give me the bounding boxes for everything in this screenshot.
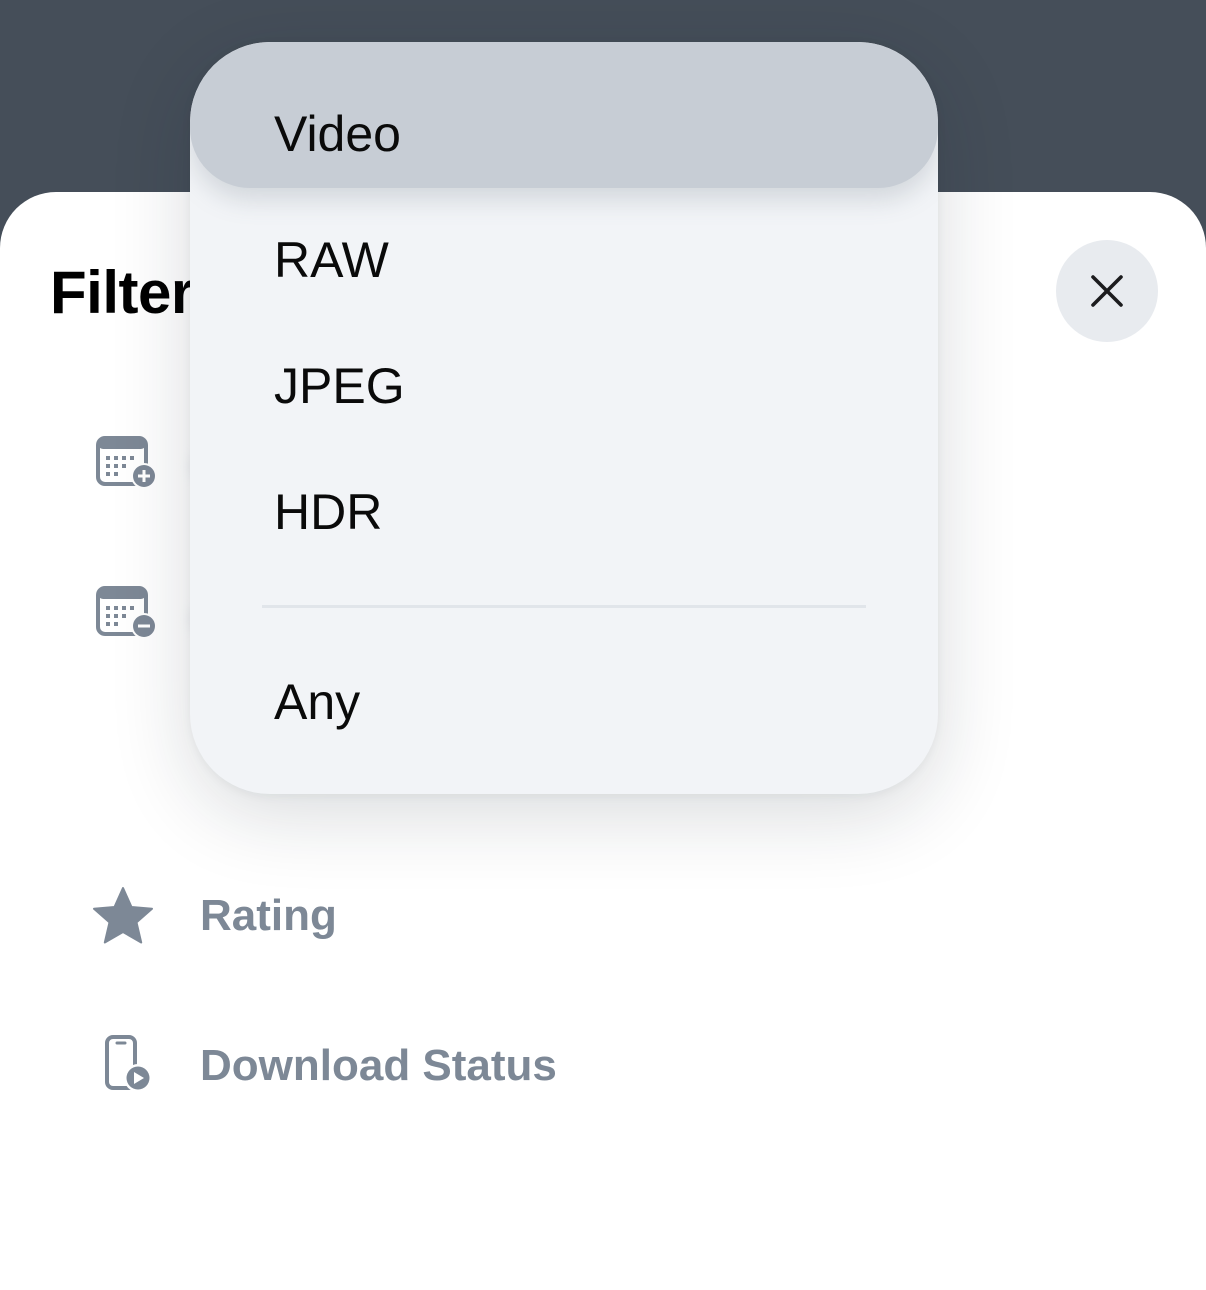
close-icon [1091,275,1123,307]
sheet-title: Filter [50,259,194,326]
format-menu: Video RAW JPEG HDR Any [190,42,938,794]
download-status-label: Download Status [200,1041,557,1090]
menu-item-hdr[interactable]: HDR [190,452,938,572]
menu-item-jpeg[interactable]: JPEG [190,326,938,446]
calendar-remove-icon [96,586,157,639]
menu-item-video[interactable]: Video [190,74,938,194]
menu-item-raw[interactable]: RAW [190,200,938,320]
calendar-add-icon [96,436,157,489]
menu-divider [262,605,866,608]
phone-download-icon [105,1035,152,1092]
menu-item-label: HDR [274,484,383,540]
menu-item-any[interactable]: Any [190,642,938,762]
menu-item-label: Any [274,674,361,730]
menu-item-label: JPEG [274,358,405,414]
menu-item-label: Video [274,106,401,162]
close-button[interactable] [1056,240,1158,342]
menu-item-label: RAW [274,232,389,288]
star-icon [93,887,153,944]
rating-label: Rating [200,891,337,940]
